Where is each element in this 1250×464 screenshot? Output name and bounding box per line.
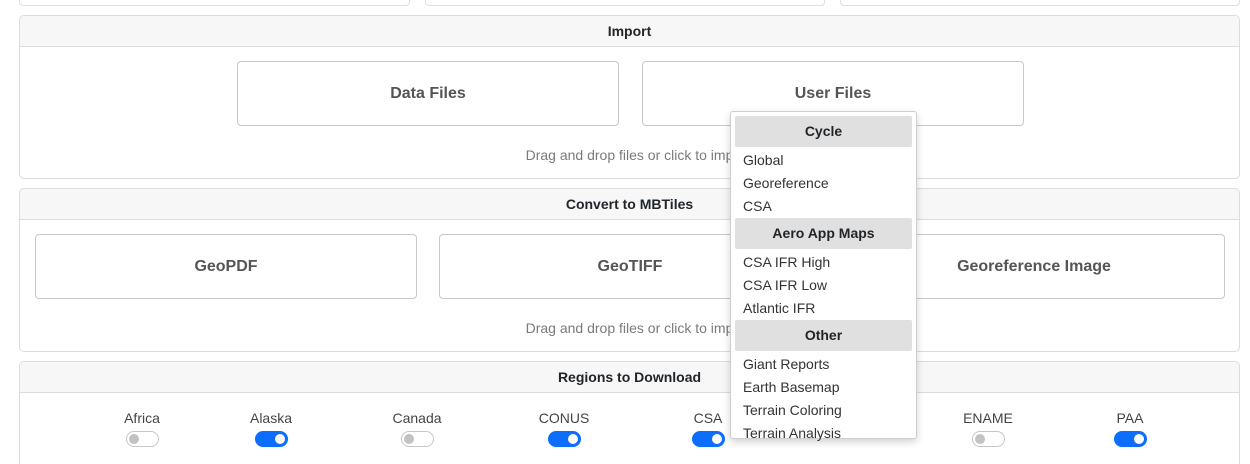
dropdown-item-global[interactable]: Global	[735, 149, 912, 172]
dropdown-item-terrain-analysis[interactable]: Terrain Analysis	[735, 422, 912, 445]
dropdown-item-georeference[interactable]: Georeference	[735, 172, 912, 195]
previous-section-edge	[0, 0, 1250, 10]
import-dropzone-hint[interactable]: Drag and drop files or click to imp	[20, 147, 1239, 163]
region-toggle-africa[interactable]	[125, 431, 159, 447]
region-conus: CONUS	[509, 410, 619, 452]
region-toggle-paa[interactable]	[1113, 431, 1147, 447]
region-label: Canada	[392, 410, 442, 426]
region-alaska: Alaska	[216, 410, 326, 452]
region-toggle-alaska[interactable]	[254, 431, 288, 447]
dropdown-item-giant-reports[interactable]: Giant Reports	[735, 353, 912, 376]
dropdown-item-csa[interactable]: CSA	[735, 195, 912, 218]
region-toggle-conus[interactable]	[547, 431, 581, 447]
import-panel: Import Data Files User Files Drag and dr…	[19, 15, 1240, 179]
dropdown-item-terrain-coloring[interactable]: Terrain Coloring	[735, 399, 912, 422]
dropdown-group-cycle: Cycle Global Georeference CSA	[735, 116, 912, 218]
convert-title: Convert to MBTiles	[20, 189, 1239, 220]
geopdf-button[interactable]: GeoPDF	[35, 234, 417, 299]
region-toggle-canada[interactable]	[400, 431, 434, 447]
dropdown-item-atlantic-ifr[interactable]: Atlantic IFR	[735, 297, 912, 320]
import-title: Import	[20, 16, 1239, 47]
dropdown-group-other: Other Giant Reports Earth Basemap Terrai…	[735, 320, 912, 445]
previous-card-edge	[840, 0, 1240, 6]
data-files-button[interactable]: Data Files	[237, 61, 619, 126]
user-files-dropdown-menu: Cycle Global Georeference CSA Aero App M…	[730, 111, 917, 441]
previous-card-edge	[425, 0, 825, 6]
regions-panel: Regions to Download Africa Alaska Canada…	[19, 361, 1240, 464]
region-label: CONUS	[538, 410, 590, 426]
dropdown-item-earth-basemap[interactable]: Earth Basemap	[735, 376, 912, 399]
dropdown-item-csa-ifr-low[interactable]: CSA IFR Low	[735, 274, 912, 297]
region-toggle-csa[interactable]	[691, 431, 725, 447]
previous-card-edge	[19, 0, 410, 6]
region-label: Africa	[124, 410, 160, 426]
dropdown-item-csa-ifr-high[interactable]: CSA IFR High	[735, 251, 912, 274]
convert-dropzone-hint[interactable]: Drag and drop files or click to imp	[20, 320, 1239, 336]
regions-title: Regions to Download	[20, 362, 1239, 393]
dropdown-group-aero-app-maps: Aero App Maps CSA IFR High CSA IFR Low A…	[735, 218, 912, 320]
region-canada: Canada	[362, 410, 472, 452]
convert-panel: Convert to MBTiles GeoPDF GeoTIFF Georef…	[19, 188, 1240, 352]
region-label: Alaska	[249, 410, 293, 426]
region-label: PAA	[1116, 410, 1144, 426]
region-ename: ENAME	[933, 410, 1043, 452]
dropdown-header: Other	[735, 320, 912, 351]
region-toggle-ename[interactable]	[971, 431, 1005, 447]
dropdown-header: Aero App Maps	[735, 218, 912, 249]
region-paa: PAA	[1075, 410, 1185, 452]
region-label: ENAME	[963, 410, 1013, 426]
region-africa: Africa	[87, 410, 197, 452]
dropdown-header: Cycle	[735, 116, 912, 147]
